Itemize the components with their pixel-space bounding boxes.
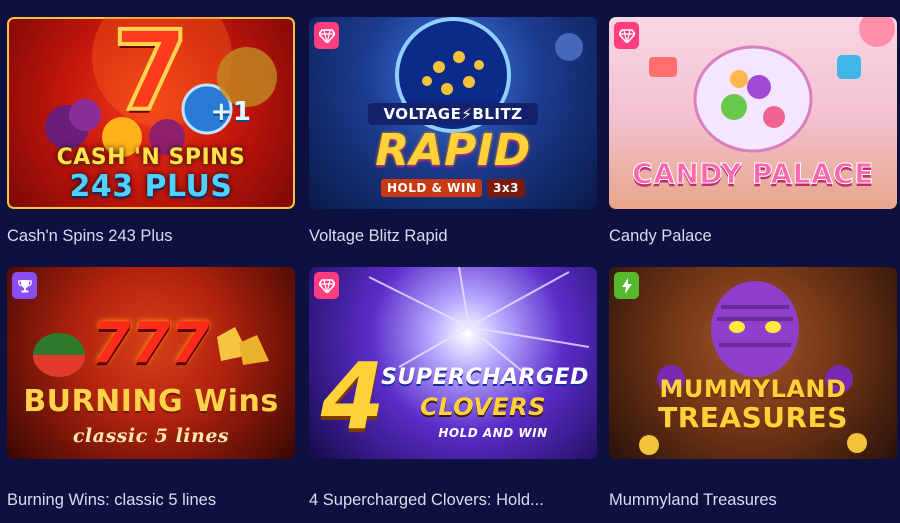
badge-lightning [614,272,639,299]
art-title-line1: VOLTAGE⚡BLITZ [368,103,538,125]
game-thumbnail[interactable]: CANDY PALACE [609,17,897,209]
game-title[interactable]: 4 Supercharged Clovers: Hold... [309,490,601,510]
art-big-sevens: 777 [91,311,211,376]
art-title-line2: TREASURES [658,401,848,434]
hold-and-win-label: HOLD & WIN [380,179,483,197]
art-title-line1: MUMMYLAND [659,375,847,403]
lightning-icon [621,277,632,294]
art-title-line2: CLOVERS [420,393,546,421]
art-title-line1: CASH 'N SPINS [56,145,246,170]
diamond-icon [318,28,335,43]
game-title[interactable]: Cash'n Spins 243 Plus [7,226,299,246]
badge-diamond [314,272,339,299]
badge-trophy [12,272,37,299]
game-thumbnail[interactable]: 4 SUPERCHARGED CLOVERS HOLD AND WIN [309,267,597,459]
art-title-line2: classic 5 lines [72,425,230,447]
art-tag: +1 [210,97,252,127]
game-title[interactable]: Mummyland Treasures [609,490,900,510]
game-thumbnail[interactable]: VOLTAGE⚡BLITZ RAPID HOLD & WIN 3x3 [309,17,597,209]
game-thumbnail[interactable]: 777 BURNING Wins classic 5 lines [7,267,295,459]
game-title[interactable]: Voltage Blitz Rapid [309,226,601,246]
art-title-line2: RAPID [375,125,531,176]
game-thumbnail[interactable]: 7 +1 CASH 'N SPINS 243 PLUS [7,17,295,209]
game-thumbnail[interactable]: MUMMYLAND TREASURES [609,267,897,459]
game-grid: 7 +1 CASH 'N SPINS 243 PLUS Cash'n Spins… [7,17,899,523]
game-title[interactable]: Burning Wins: classic 5 lines [7,490,299,510]
badge-diamond [614,22,639,49]
art-tag: HOLD AND WIN [438,426,548,440]
art-tag: HOLD & WIN 3x3 [309,179,597,197]
art-title-line1: BURNING Wins [23,384,279,419]
trophy-icon [17,279,32,292]
badge-diamond [314,22,339,49]
diamond-icon [318,278,335,293]
art-title-line2: 243 PLUS [69,169,233,204]
art-title-line1: CANDY PALACE [632,157,874,191]
art-title-line1: SUPERCHARGED [381,365,589,390]
diamond-icon [618,28,635,43]
grid-size-label: 3x3 [487,179,526,197]
game-title[interactable]: Candy Palace [609,226,900,246]
